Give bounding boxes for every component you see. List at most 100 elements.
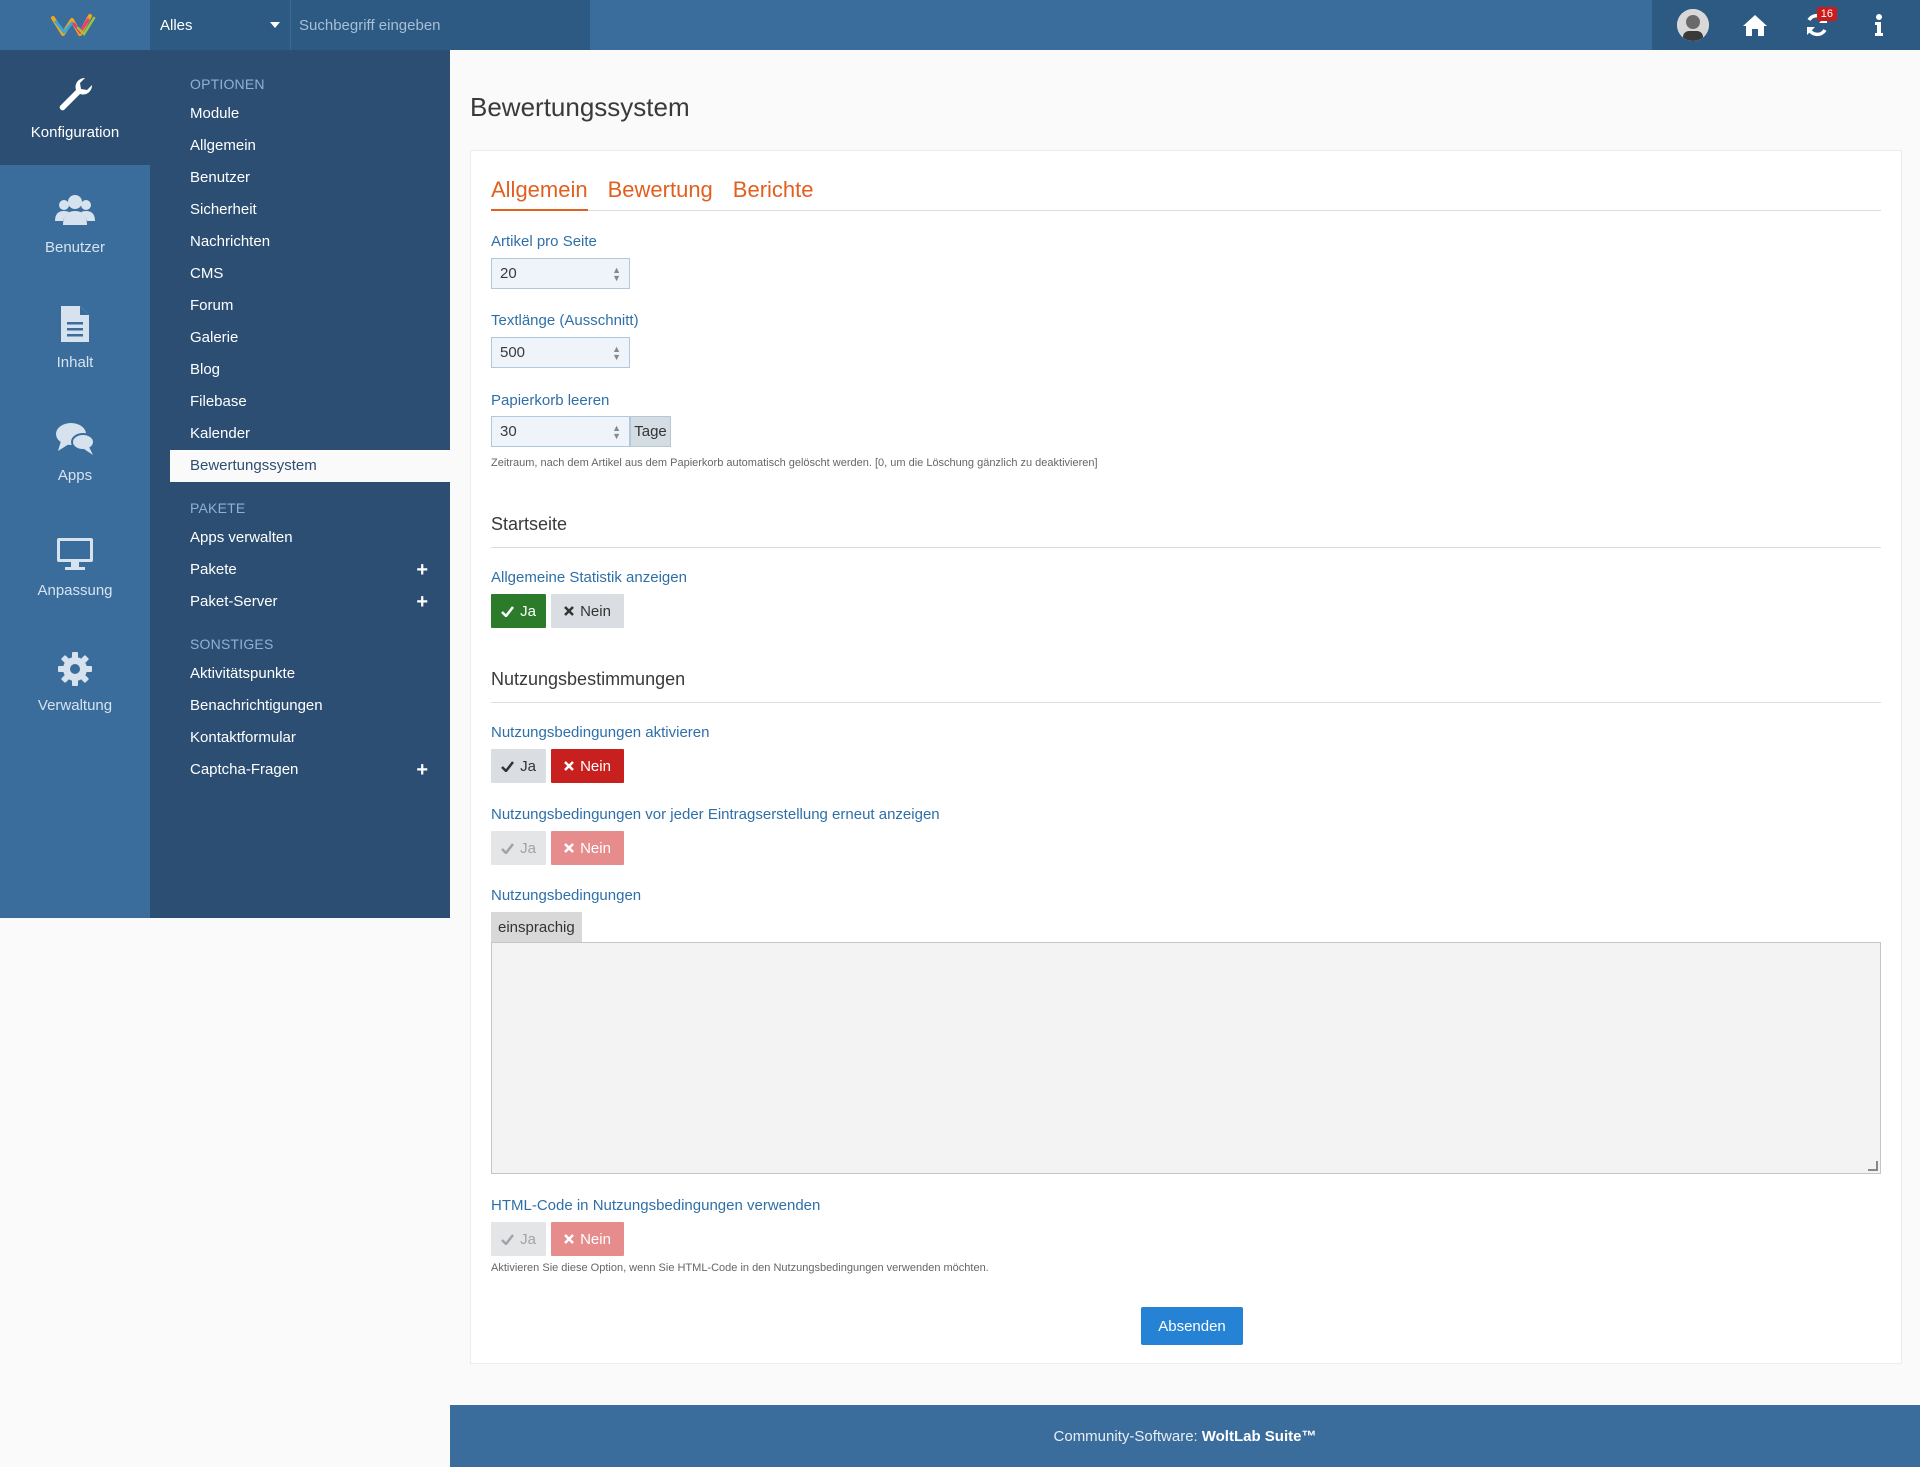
nutzung-erneut-toggle: Ja Nein <box>491 831 624 865</box>
check-icon <box>501 1233 515 1245</box>
rail-label: Anpassung <box>37 582 113 599</box>
nav-item-blog[interactable]: Blog <box>150 354 450 386</box>
footer-brand-link[interactable]: WoltLab Suite™ <box>1202 1428 1317 1445</box>
app-logo[interactable] <box>0 0 150 50</box>
no-button[interactable]: Nein <box>551 831 624 865</box>
tab-bar: Allgemein Bewertung Berichte <box>491 177 1881 211</box>
rail-label: Apps <box>57 467 93 484</box>
no-label: Nein <box>580 602 611 620</box>
section-heading-startseite: Startseite <box>491 514 1881 548</box>
stepper-icon[interactable]: ▲ ▼ <box>612 265 621 282</box>
main-menu-rail: Konfiguration Benutzer Inhalt Apps Anpas… <box>0 50 150 918</box>
yes-button[interactable]: Ja <box>491 1222 546 1256</box>
stepper-icon[interactable]: ▲ ▼ <box>612 344 621 361</box>
papierkorb-label: Papierkorb leeren <box>491 392 610 409</box>
nav-item-captcha-fragen[interactable]: Captcha-Fragen + <box>150 754 450 786</box>
wrench-icon <box>59 77 93 111</box>
plus-icon[interactable]: + <box>416 554 428 586</box>
info-button[interactable] <box>1859 5 1899 45</box>
resize-handle-icon[interactable] <box>1868 1161 1878 1171</box>
nutzungsbedingungen-label: Nutzungsbedingungen <box>491 887 642 904</box>
no-button[interactable]: Nein <box>551 749 624 783</box>
yes-label: Ja <box>520 1230 536 1248</box>
plus-icon[interactable]: + <box>416 586 428 618</box>
rail-item-konfiguration[interactable]: Konfiguration <box>0 50 150 165</box>
info-icon <box>1875 14 1883 36</box>
nav-item-benachrichtigungen[interactable]: Benachrichtigungen <box>150 690 450 722</box>
yes-label: Ja <box>520 602 536 620</box>
papierkorb-description: Zeitraum, nach dem Artikel aus dem Papie… <box>491 457 1098 469</box>
rail-item-inhalt[interactable]: Inhalt <box>0 280 150 395</box>
tab-berichte[interactable]: Berichte <box>733 177 814 211</box>
nav-item-allgemein[interactable]: Allgemein <box>150 130 450 162</box>
users-icon <box>55 195 95 225</box>
avatar <box>1677 9 1709 41</box>
nav-item-forum[interactable]: Forum <box>150 290 450 322</box>
nav-item-filebase[interactable]: Filebase <box>150 386 450 418</box>
nav-item-apps-verwalten[interactable]: Apps verwalten <box>150 522 450 554</box>
tab-allgemein[interactable]: Allgemein <box>491 177 588 211</box>
statistik-label: Allgemeine Statistik anzeigen <box>491 569 687 586</box>
nutzung-aktivieren-toggle: Ja Nein <box>491 749 624 783</box>
yes-button[interactable]: Ja <box>491 594 546 628</box>
stepper-icon[interactable]: ▲ ▼ <box>612 423 621 440</box>
package-updates-button[interactable]: 16 <box>1797 5 1837 45</box>
nav-item-nachrichten[interactable]: Nachrichten <box>150 226 450 258</box>
textlaenge-input[interactable]: 500 ▲ ▼ <box>491 337 630 368</box>
artikel-pro-seite-label: Artikel pro Seite <box>491 233 597 250</box>
artikel-pro-seite-input[interactable]: 20 ▲ ▼ <box>491 258 630 289</box>
nav-item-pakete[interactable]: Pakete + <box>150 554 450 586</box>
nav-item-bewertungssystem[interactable]: Bewertungssystem <box>170 450 450 482</box>
nav-item-label: Captcha-Fragen <box>190 761 299 778</box>
nav-item-cms[interactable]: CMS <box>150 258 450 290</box>
plus-icon[interactable]: + <box>416 754 428 786</box>
section-heading-nutzungsbestimmungen: Nutzungsbestimmungen <box>491 669 1881 703</box>
home-button[interactable] <box>1735 5 1775 45</box>
comments-icon <box>56 423 95 455</box>
yes-button[interactable]: Ja <box>491 749 546 783</box>
notification-badge: 16 <box>1816 7 1837 21</box>
options-panel: Allgemein Bewertung Berichte Artikel pro… <box>470 150 1902 1364</box>
nav-item-kalender[interactable]: Kalender <box>150 418 450 450</box>
nav-item-paket-server[interactable]: Paket-Server + <box>150 586 450 618</box>
submit-button[interactable]: Absenden <box>1141 1307 1243 1345</box>
no-label: Nein <box>580 1230 611 1248</box>
papierkorb-input[interactable]: 30 ▲ ▼ <box>491 416 630 447</box>
yes-button[interactable]: Ja <box>491 831 546 865</box>
nav-item-label: Paket-Server <box>190 593 278 610</box>
statistik-toggle: Ja Nein <box>491 594 624 628</box>
nav-section-title: PAKETE <box>190 500 246 516</box>
nav-item-aktivitaetspunkte[interactable]: Aktivitätspunkte <box>150 658 450 690</box>
no-button[interactable]: Nein <box>551 594 624 628</box>
nav-item-galerie[interactable]: Galerie <box>150 322 450 354</box>
html-code-toggle: Ja Nein <box>491 1222 624 1256</box>
nav-item-benutzer[interactable]: Benutzer <box>150 162 450 194</box>
tab-bewertung[interactable]: Bewertung <box>608 177 713 211</box>
rail-item-apps[interactable]: Apps <box>0 395 150 510</box>
rail-item-anpassung[interactable]: Anpassung <box>0 510 150 625</box>
page-title: Bewertungssystem <box>470 92 690 122</box>
rail-item-verwaltung[interactable]: Verwaltung <box>0 625 150 740</box>
close-icon <box>564 843 574 853</box>
file-icon <box>61 306 89 342</box>
check-icon <box>501 605 515 617</box>
rail-label: Verwaltung <box>37 697 113 714</box>
footer-prefix: Community-Software: <box>1053 1427 1198 1445</box>
nav-section-title: SONSTIGES <box>190 636 274 652</box>
input-value: 500 <box>500 344 526 361</box>
nutzungsbedingungen-textarea[interactable] <box>491 942 1881 1174</box>
close-icon <box>564 606 574 616</box>
nav-item-kontaktformular[interactable]: Kontaktformular <box>150 722 450 754</box>
rail-label: Inhalt <box>56 354 94 371</box>
nav-item-module[interactable]: Module <box>150 98 450 130</box>
no-button[interactable]: Nein <box>551 1222 624 1256</box>
textlaenge-label: Textlänge (Ausschnitt) <box>491 312 639 329</box>
language-mode-tag[interactable]: einsprachig <box>491 912 582 942</box>
avatar-image <box>1677 9 1709 41</box>
nav-item-sicherheit[interactable]: Sicherheit <box>150 194 450 226</box>
input-value: 20 <box>500 265 517 282</box>
search-scope-select[interactable]: Alles <box>150 0 290 50</box>
user-menu-button[interactable] <box>1673 5 1713 45</box>
rail-item-benutzer[interactable]: Benutzer <box>0 165 150 280</box>
search-input[interactable]: Suchbegriff eingeben <box>290 0 590 50</box>
